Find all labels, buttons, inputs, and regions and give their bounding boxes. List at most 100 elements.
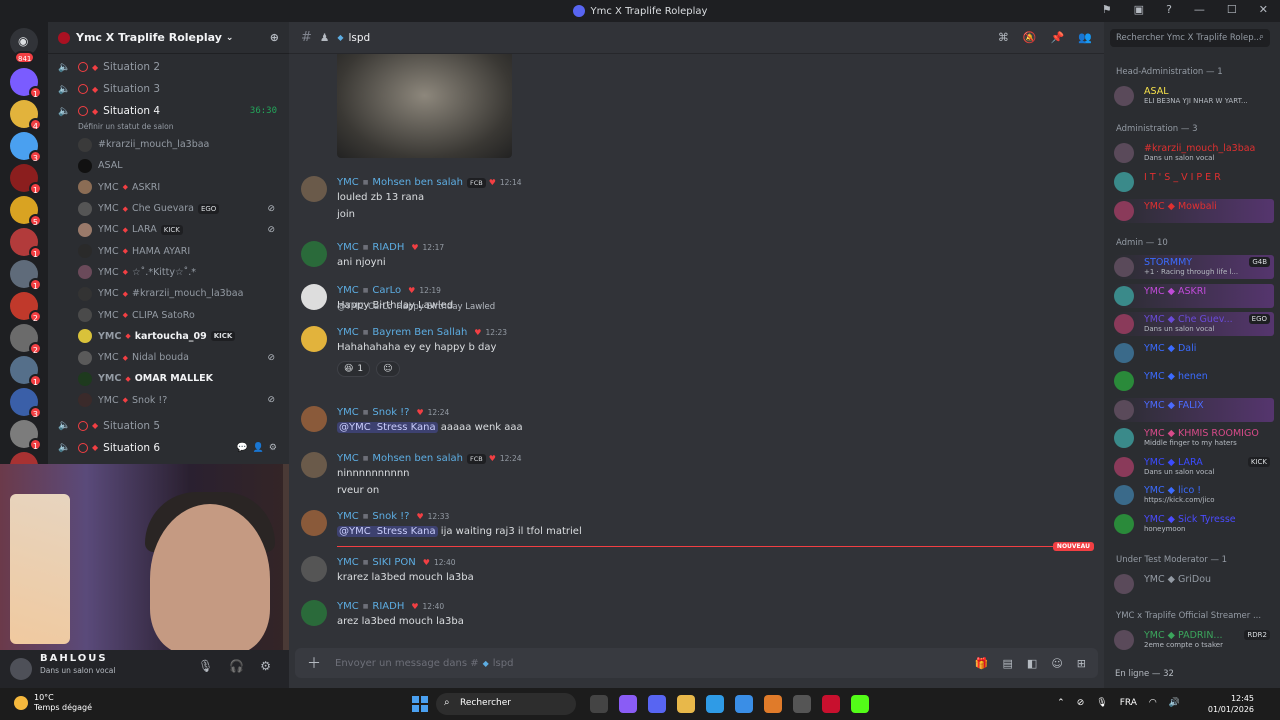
search-input[interactable]: Rechercher Ymc X Traplife Rolep... ⌕: [1110, 29, 1270, 47]
server-icon[interactable]: 1: [10, 164, 42, 195]
voice-channel[interactable]: 🔈 ◆ Situation 2: [48, 56, 289, 78]
pin-icon[interactable]: 📌: [1051, 31, 1065, 44]
member-row[interactable]: YMC ◆ Sick Tyresse honeymoon: [1114, 512, 1274, 536]
kick-icon[interactable]: [851, 695, 869, 713]
member-row[interactable]: STORMMY +1 · Racing through life l... G4B: [1114, 255, 1274, 279]
voice-member[interactable]: YMC ◆ kartoucha_09 KICK: [48, 326, 289, 347]
author-name[interactable]: Snok !?: [372, 407, 409, 418]
server-header[interactable]: Ymc X Traplife Roleplay ⌄ ⊕: [48, 22, 289, 54]
avatar[interactable]: [301, 326, 327, 352]
windows-start-icon[interactable]: [412, 696, 428, 712]
sticker-icon[interactable]: ◧: [1027, 657, 1037, 670]
wifi-icon[interactable]: ◠: [1149, 698, 1157, 708]
voice-member[interactable]: YMC ◆ #krarzii_mouch_la3baa: [48, 283, 289, 304]
language-indicator[interactable]: FRA: [1120, 698, 1137, 708]
reply-preview[interactable]: @YMC CarLo Happy Birthday Lawled: [337, 302, 495, 312]
avatar[interactable]: [301, 452, 327, 478]
voice-member[interactable]: YMC ◆ LARA KICK ⊘: [48, 219, 289, 240]
home-button[interactable]: ◉ 841: [10, 28, 38, 64]
voice-member[interactable]: YMC ◆ ☆˚.*Kitty☆˚.*: [48, 262, 289, 283]
discord-app-icon[interactable]: [648, 695, 666, 713]
member-row[interactable]: YMC ◆ Che Guev... Dans un salon vocal EGO: [1114, 312, 1274, 336]
voice-member[interactable]: #krarzii_mouch_la3baa: [48, 134, 289, 155]
add-reaction-button[interactable]: ☺: [376, 361, 400, 377]
edge-icon[interactable]: [706, 695, 724, 713]
game-launcher-icon[interactable]: [822, 695, 840, 713]
avatar[interactable]: [301, 556, 327, 582]
avatar[interactable]: [301, 406, 327, 432]
settings-icon[interactable]: ⚙: [260, 659, 271, 673]
file-explorer-icon[interactable]: [677, 695, 695, 713]
task-view-icon[interactable]: [590, 695, 608, 713]
obs-icon[interactable]: [793, 695, 811, 713]
voice-member[interactable]: YMC ◆ Che Guevara EGO ⊘: [48, 198, 289, 219]
invite-icon[interactable]: ⊕: [270, 31, 279, 44]
author-name[interactable]: RIADH: [372, 601, 404, 612]
voice-member[interactable]: YMC ◆ Nidal bouda ⊘: [48, 347, 289, 368]
tray-chevron-icon[interactable]: ⌃: [1057, 698, 1065, 708]
microphone-tray-icon[interactable]: 🎙: [1096, 698, 1107, 708]
member-row[interactable]: I T ' S _ V I P E R: [1114, 170, 1274, 194]
server-icon[interactable]: 3: [10, 388, 42, 419]
voice-channel[interactable]: 🔈 ◆ Situation 5: [48, 415, 289, 437]
member-row[interactable]: YMC ◆ GriDou: [1114, 572, 1274, 596]
author-name[interactable]: Bayrem Ben Sallah: [372, 327, 467, 338]
server-icon[interactable]: 1: [10, 420, 42, 451]
image-attachment[interactable]: [337, 54, 512, 158]
headset-icon[interactable]: 🎧: [229, 659, 244, 673]
screen-icon[interactable]: ▣: [1134, 3, 1144, 16]
member-row[interactable]: YMC ◆ KHMIS ROOMIGO Middle finger to my h…: [1114, 426, 1274, 450]
author-name[interactable]: Snok !?: [372, 511, 409, 522]
minimize-button[interactable]: —: [1194, 3, 1205, 16]
avatar[interactable]: [301, 241, 327, 267]
member-row[interactable]: YMC ◆ PADRIN... 2eme compte o tsaker RDR2: [1114, 628, 1274, 652]
voice-channel[interactable]: 🔈 ◆ Situation 6 💬 👤 ⚙: [48, 437, 289, 459]
close-button[interactable]: ✕: [1259, 3, 1268, 16]
voice-channel[interactable]: 🔈 ◆ Situation 4 36:30: [48, 100, 289, 122]
author-name[interactable]: SIKI PON: [372, 557, 415, 568]
mute-icon[interactable]: 🔕: [1023, 31, 1037, 44]
avatar[interactable]: [301, 600, 327, 626]
inbox-icon[interactable]: ⚑: [1102, 3, 1112, 16]
threads-button-icon[interactable]: ⌘: [998, 31, 1009, 44]
network-icon[interactable]: ⊘: [1077, 698, 1085, 708]
server-icon[interactable]: 1: [10, 260, 42, 291]
voice-member[interactable]: YMC ◆ OMAR MALLEK: [48, 368, 289, 389]
member-row[interactable]: YMC ◆ henen: [1114, 369, 1274, 393]
emoji-icon[interactable]: ☺: [1051, 657, 1062, 670]
author-name[interactable]: CarLo: [372, 285, 401, 296]
avatar[interactable]: [10, 658, 32, 680]
member-row[interactable]: YMC ◆ FALIX: [1114, 397, 1274, 422]
avatar[interactable]: [301, 284, 327, 310]
voice-channel[interactable]: 🔈 ◆ Situation 3: [48, 78, 289, 100]
settings-icon[interactable]: ⚙: [269, 443, 277, 453]
server-icon[interactable]: 2: [10, 292, 42, 323]
app-icon[interactable]: [764, 695, 782, 713]
server-icon[interactable]: 1: [10, 68, 42, 99]
server-icon[interactable]: 2: [10, 324, 42, 355]
voice-member[interactable]: YMC ◆ ASKRI: [48, 177, 289, 198]
member-row[interactable]: YMC ◆ Dali: [1114, 341, 1274, 365]
author-name[interactable]: RIADH: [372, 242, 404, 253]
attach-plus-icon[interactable]: ＋: [307, 653, 321, 673]
clock[interactable]: 12:45 01/01/2026: [1208, 693, 1254, 715]
member-row[interactable]: YMC ◆ LARA Dans un salon vocal KICK: [1114, 455, 1274, 479]
taskbar-search[interactable]: ⌕ Rechercher: [436, 693, 576, 715]
copilot-icon[interactable]: [619, 695, 637, 713]
mention[interactable]: @YMC Stress Kana: [337, 422, 438, 433]
author-name[interactable]: Mohsen ben salah: [372, 453, 463, 464]
member-row[interactable]: YMC ◆ lico ! https://kick.com/jico: [1114, 483, 1274, 507]
gift-icon[interactable]: 🎁: [975, 657, 989, 670]
avatar[interactable]: [301, 510, 327, 536]
author-name[interactable]: Mohsen ben salah: [372, 177, 463, 188]
members-icon[interactable]: 👥: [1078, 31, 1092, 44]
voice-member[interactable]: YMC ◆ Snok !? ⊘: [48, 390, 289, 411]
message-composer[interactable]: ＋ Envoyer un message dans # ◆ lspd 🎁 ▤ ◧…: [295, 648, 1098, 678]
server-icon[interactable]: 1: [10, 228, 42, 259]
member-row[interactable]: ASAL ELI BE3NA YJI NHAR W YART...: [1114, 84, 1274, 108]
member-row[interactable]: YMC ◆ Mowbali: [1114, 199, 1274, 223]
maximize-button[interactable]: ☐: [1227, 3, 1237, 16]
server-icon[interactable]: 3: [10, 132, 42, 163]
voice-member[interactable]: YMC ◆ CLIPA SatoRo: [48, 304, 289, 325]
member-row[interactable]: YMC ◆ ASKRI: [1114, 283, 1274, 308]
